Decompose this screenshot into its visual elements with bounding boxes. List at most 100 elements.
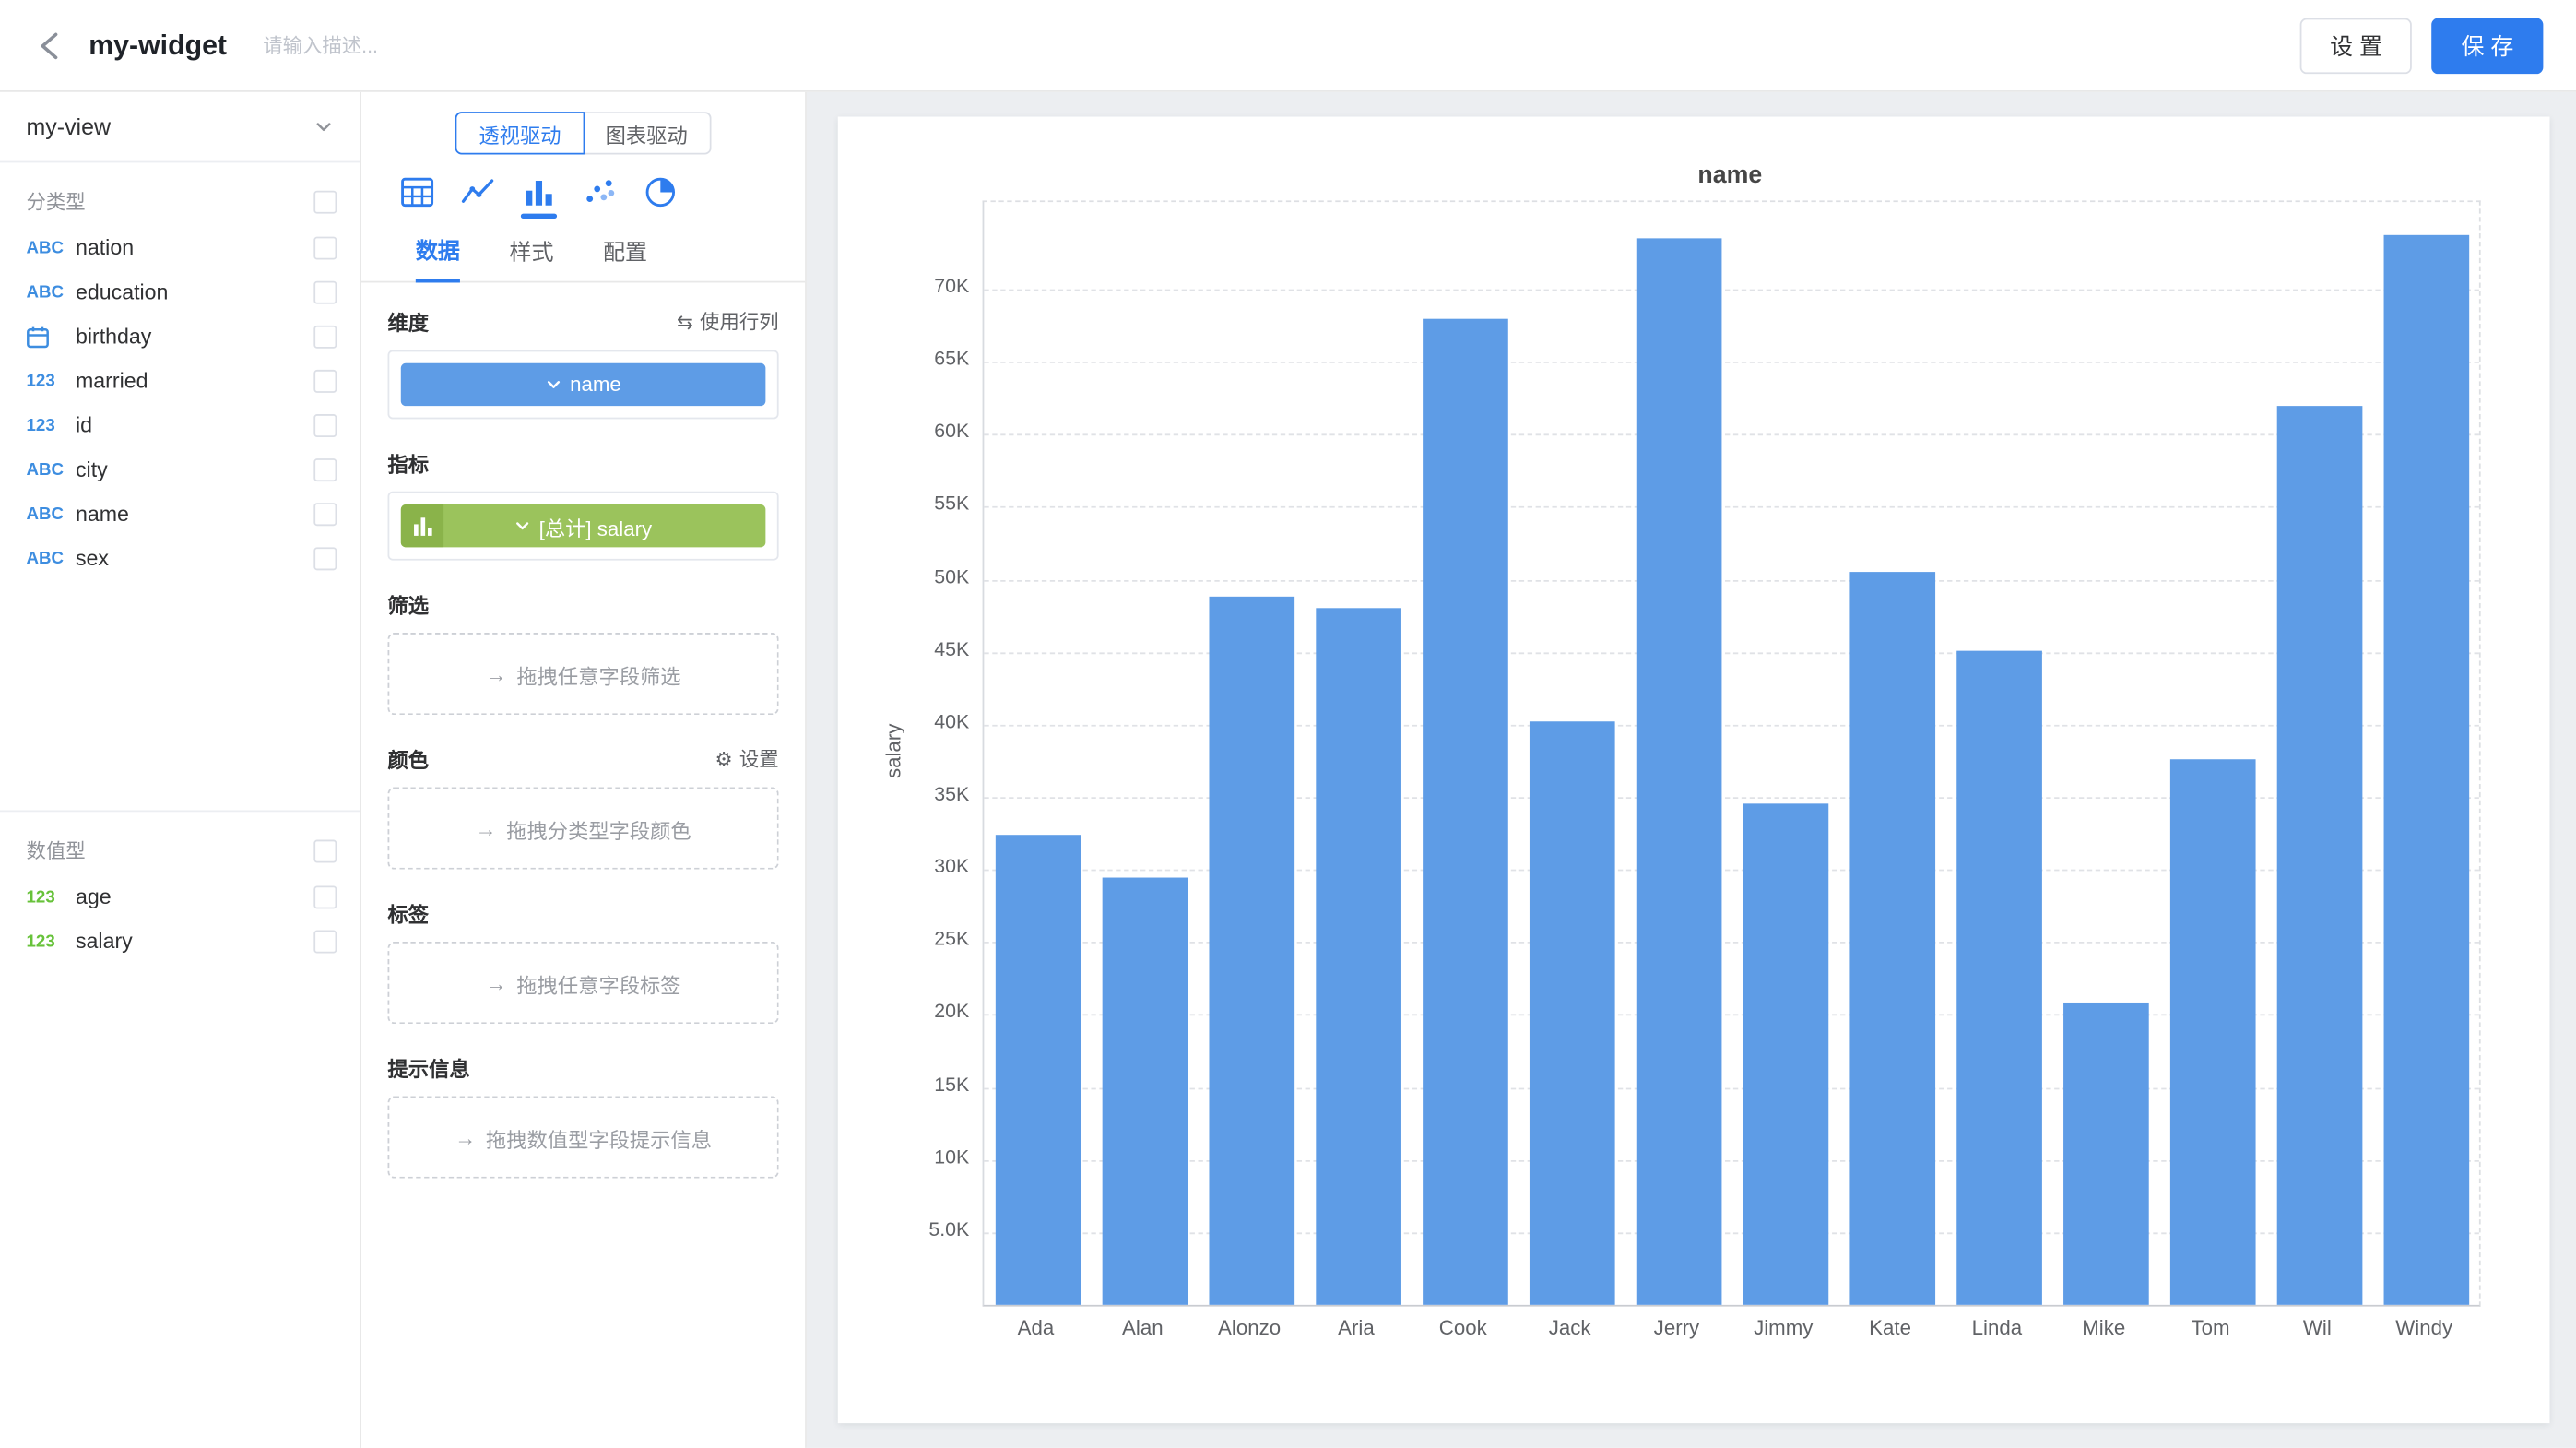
dimension-container: name (388, 350, 779, 420)
color-hint: 拖拽分类型字段颜色 (506, 813, 691, 844)
field-checkbox[interactable] (313, 369, 337, 392)
field-checkbox[interactable] (313, 236, 337, 259)
filter-hint: 拖拽任意字段筛选 (516, 659, 680, 690)
numeric-field-list: 123age123salary (27, 874, 337, 963)
x-tick-label: Aria (1303, 1316, 1410, 1339)
field-item-nation[interactable]: ABCnation (27, 225, 337, 269)
tooltip-hint: 拖拽数值型字段提示信息 (486, 1122, 712, 1153)
field-type-badge: 123 (27, 371, 76, 390)
field-type-badge: 123 (27, 931, 76, 950)
bar-Jack[interactable] (1529, 721, 1614, 1304)
numeric-section-header: 数值型 (27, 837, 337, 864)
bar-Alan[interactable] (1102, 877, 1188, 1305)
bar-Tom[interactable] (2169, 759, 2255, 1305)
description-input[interactable] (260, 32, 628, 59)
field-item-id[interactable]: 123id (27, 403, 337, 447)
field-item-married[interactable]: 123married (27, 358, 337, 402)
tab-style[interactable]: 样式 (509, 233, 553, 281)
sidebar-divider (0, 580, 360, 812)
field-type-badge: ABC (27, 282, 76, 302)
field-checkbox[interactable] (313, 930, 337, 953)
field-item-sex[interactable]: ABCsex (27, 536, 337, 580)
field-checkbox[interactable] (313, 502, 337, 525)
field-item-education[interactable]: ABCeducation (27, 269, 337, 314)
field-type-badge: ABC (27, 548, 76, 567)
tab-config[interactable]: 配置 (603, 233, 647, 281)
dimension-pill-name[interactable]: name (401, 363, 766, 406)
bar-Cook[interactable] (1422, 318, 1507, 1305)
field-item-salary[interactable]: 123salary (27, 919, 337, 963)
field-checkbox[interactable] (313, 280, 337, 303)
mode-toggle: 透视驱动 图表驱动 (361, 112, 805, 154)
bar-Linda[interactable] (1956, 650, 2041, 1305)
plot-area (983, 200, 2481, 1306)
y-tick-label: 30K (878, 855, 970, 878)
field-label: name (76, 501, 313, 526)
bar-chart-icon[interactable] (521, 174, 557, 219)
bar-band (1412, 202, 1518, 1305)
bar-Alonzo[interactable] (1209, 597, 1294, 1305)
field-item-birthday[interactable]: birthday (27, 314, 337, 358)
color-dropzone[interactable]: → 拖拽分类型字段颜色 (388, 788, 779, 870)
field-checkbox[interactable] (313, 885, 337, 908)
x-tick-label: Ada (983, 1316, 1090, 1339)
bar-Jimmy[interactable] (1743, 803, 1828, 1305)
color-settings-button[interactable]: ⚙ 设置 (715, 744, 779, 772)
x-axis-labels: AdaAlanAlonzoAriaCookJackJerryJimmyKateL… (983, 1316, 2478, 1339)
line-chart-icon[interactable] (460, 174, 496, 219)
field-label: nation (76, 235, 313, 260)
categorical-section-header: 分类型 (27, 187, 337, 215)
field-label: education (76, 279, 313, 304)
bar-Jerry[interactable] (1636, 239, 1721, 1305)
settings-button[interactable]: 设 置 (2300, 18, 2412, 74)
field-checkbox[interactable] (313, 457, 337, 481)
field-checkbox[interactable] (313, 546, 337, 569)
calendar-icon (27, 325, 76, 348)
x-tick-label: Linda (1944, 1316, 2050, 1339)
drag-arrow-icon: → (486, 970, 507, 995)
pie-chart-icon[interactable] (643, 174, 679, 219)
metric-pill-label: [总计] salary (539, 510, 653, 541)
table-chart-icon[interactable] (399, 174, 435, 219)
tooltip-dropzone[interactable]: → 拖拽数值型字段提示信息 (388, 1097, 779, 1179)
field-item-age[interactable]: 123age (27, 874, 337, 919)
view-selector[interactable]: my-view (0, 92, 360, 163)
view-selector-label: my-view (27, 113, 111, 140)
chevron-left-icon (33, 26, 69, 65)
field-checkbox[interactable] (313, 413, 337, 436)
back-button[interactable] (33, 26, 69, 65)
label-dropzone[interactable]: → 拖拽任意字段标签 (388, 942, 779, 1024)
bar-Ada[interactable] (995, 835, 1081, 1305)
field-type-badge: 123 (27, 886, 76, 906)
metric-pill-salary[interactable]: [总计] salary (401, 504, 766, 547)
use-rows-cols-button[interactable]: ⇆ 使用行列 (677, 307, 779, 335)
bar-Wil[interactable] (2276, 405, 2362, 1304)
bar-band (1838, 202, 1945, 1305)
tab-data[interactable]: 数据 (416, 231, 460, 282)
scatter-chart-icon[interactable] (582, 174, 618, 219)
bar-Kate[interactable] (1849, 572, 1935, 1304)
x-tick-label: Wil (2263, 1316, 2370, 1339)
color-settings-label: 设置 (739, 744, 779, 772)
chart-card: name salary 5.0K10K15K20K25K30K35K40K45K… (838, 117, 2550, 1424)
chevron-down-icon (514, 517, 531, 534)
filter-dropzone[interactable]: → 拖拽任意字段筛选 (388, 633, 779, 715)
bar-Windy[interactable] (2383, 235, 2469, 1304)
categorical-select-all-checkbox[interactable] (313, 190, 337, 213)
mode-pivot-button[interactable]: 透视驱动 (455, 112, 584, 154)
save-button[interactable]: 保 存 (2431, 18, 2543, 74)
field-checkbox[interactable] (313, 325, 337, 348)
numeric-select-all-checkbox[interactable] (313, 839, 337, 862)
field-item-city[interactable]: ABCcity (27, 447, 337, 492)
bar-Aria[interactable] (1315, 609, 1400, 1305)
y-tick-label: 60K (878, 420, 970, 443)
field-list: 分类型 ABCnationABCeducationbirthday123marr… (0, 187, 360, 963)
top-bar: my-widget 设 置 保 存 (0, 0, 2576, 92)
mode-chart-button[interactable]: 图表驱动 (584, 112, 710, 154)
swap-icon: ⇆ (677, 310, 693, 333)
x-tick-label: Cook (1410, 1316, 1517, 1339)
tooltip-label: 提示信息 (388, 1051, 470, 1083)
bar-Mike[interactable] (2062, 1003, 2148, 1305)
color-label: 颜色 (388, 742, 430, 774)
field-item-name[interactable]: ABCname (27, 492, 337, 536)
